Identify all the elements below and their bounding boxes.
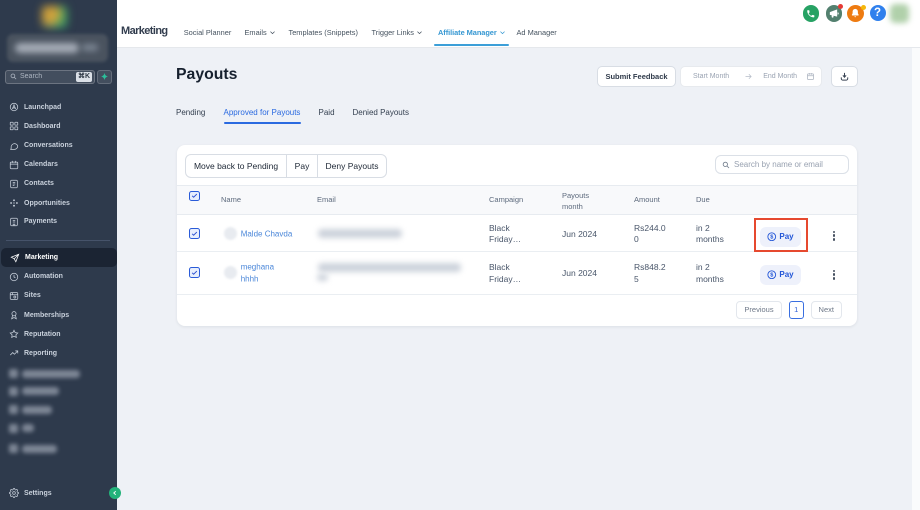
svg-text:$: $ (771, 272, 774, 278)
